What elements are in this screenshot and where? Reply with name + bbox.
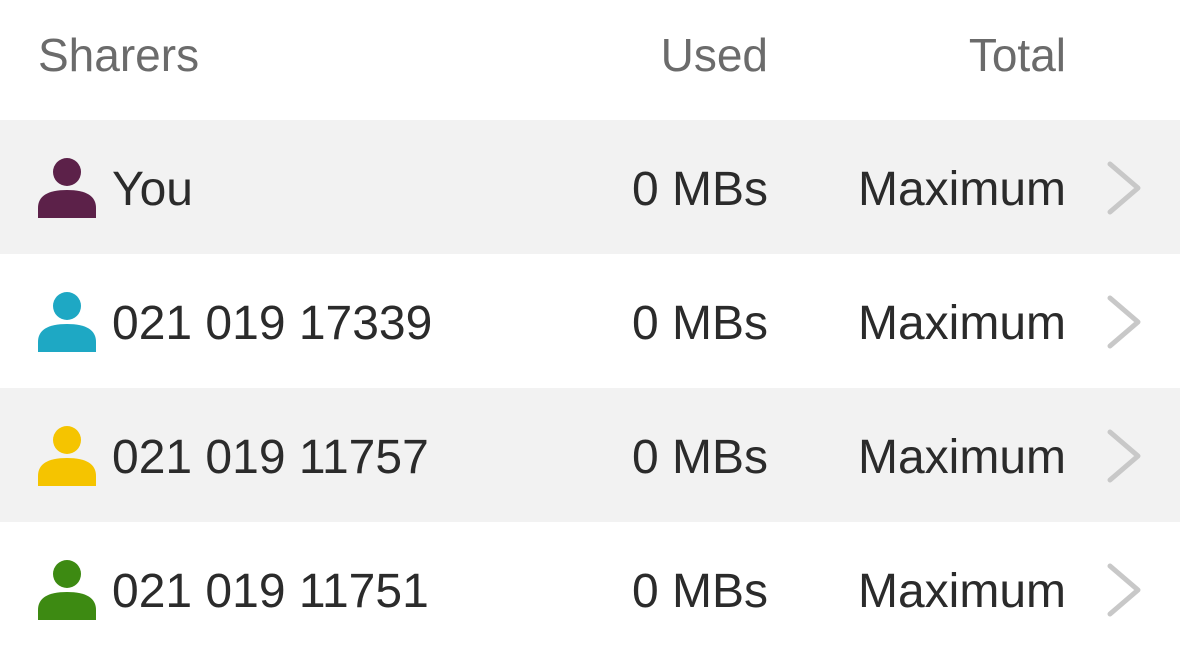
- person-icon: [36, 558, 98, 620]
- sharer-total: Maximum: [857, 163, 1066, 216]
- table-header: Sharers Used Total: [0, 0, 1180, 120]
- person-icon: [36, 156, 98, 218]
- chevron-right-icon[interactable]: [1104, 294, 1144, 350]
- sharer-name: 021 019 11751: [112, 565, 429, 618]
- total-column-header: Total: [968, 29, 1066, 81]
- chevron-right-icon[interactable]: [1104, 160, 1144, 216]
- sharer-name: 021 019 17339: [112, 297, 433, 350]
- sharer-total: Maximum: [857, 297, 1066, 350]
- sharer-used: 0 MBs: [631, 163, 768, 216]
- sharer-name: You: [112, 163, 193, 216]
- chevron-right-icon[interactable]: [1104, 428, 1144, 484]
- sharer-row[interactable]: 021 019 11751 0 MBs Maximum: [0, 522, 1180, 656]
- sharer-name: 021 019 11757: [112, 431, 429, 484]
- sharers-table: Sharers Used Total You 0 MBs Maximum 021…: [0, 0, 1180, 664]
- sharers-column-header: Sharers: [38, 29, 200, 81]
- person-icon: [36, 290, 98, 352]
- used-column-header: Used: [660, 29, 768, 81]
- sharer-row[interactable]: 021 019 11757 0 MBs Maximum: [0, 388, 1180, 522]
- sharer-used: 0 MBs: [631, 297, 768, 350]
- sharer-row-you[interactable]: You 0 MBs Maximum: [0, 120, 1180, 254]
- chevron-right-icon[interactable]: [1104, 562, 1144, 618]
- person-icon: [36, 424, 98, 486]
- sharer-total: Maximum: [857, 565, 1066, 618]
- sharer-used: 0 MBs: [631, 565, 768, 618]
- sharer-used: 0 MBs: [631, 431, 768, 484]
- sharer-row[interactable]: 021 019 17339 0 MBs Maximum: [0, 254, 1180, 388]
- sharer-total: Maximum: [857, 431, 1066, 484]
